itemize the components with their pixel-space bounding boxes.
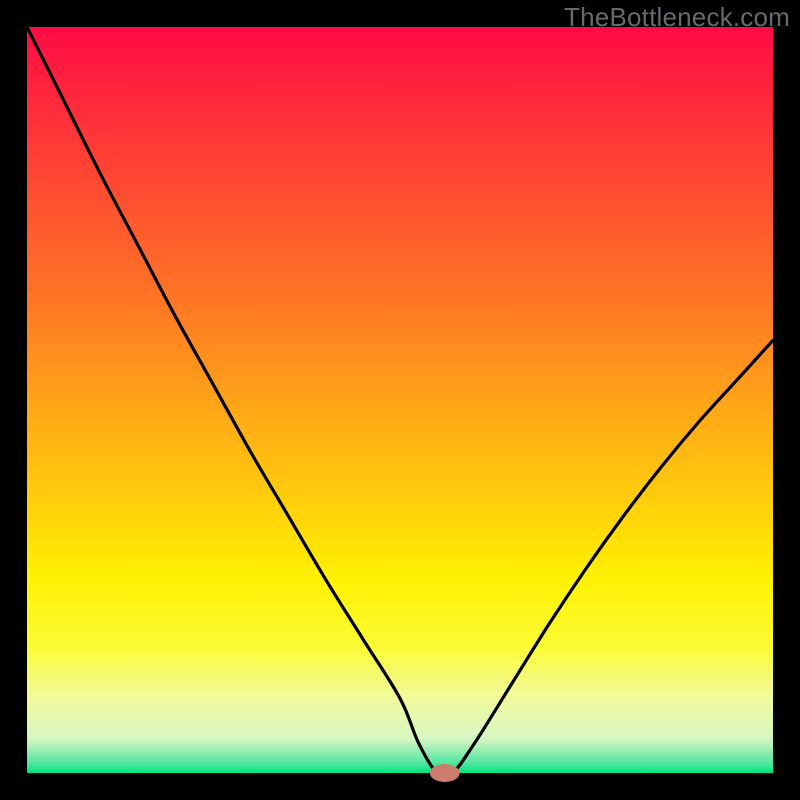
- plot-background: [27, 27, 773, 773]
- bottleneck-chart: TheBottleneck.com: [0, 0, 800, 800]
- chart-canvas: [0, 0, 800, 800]
- optimal-point-marker: [430, 764, 460, 782]
- watermark-text: TheBottleneck.com: [564, 2, 790, 33]
